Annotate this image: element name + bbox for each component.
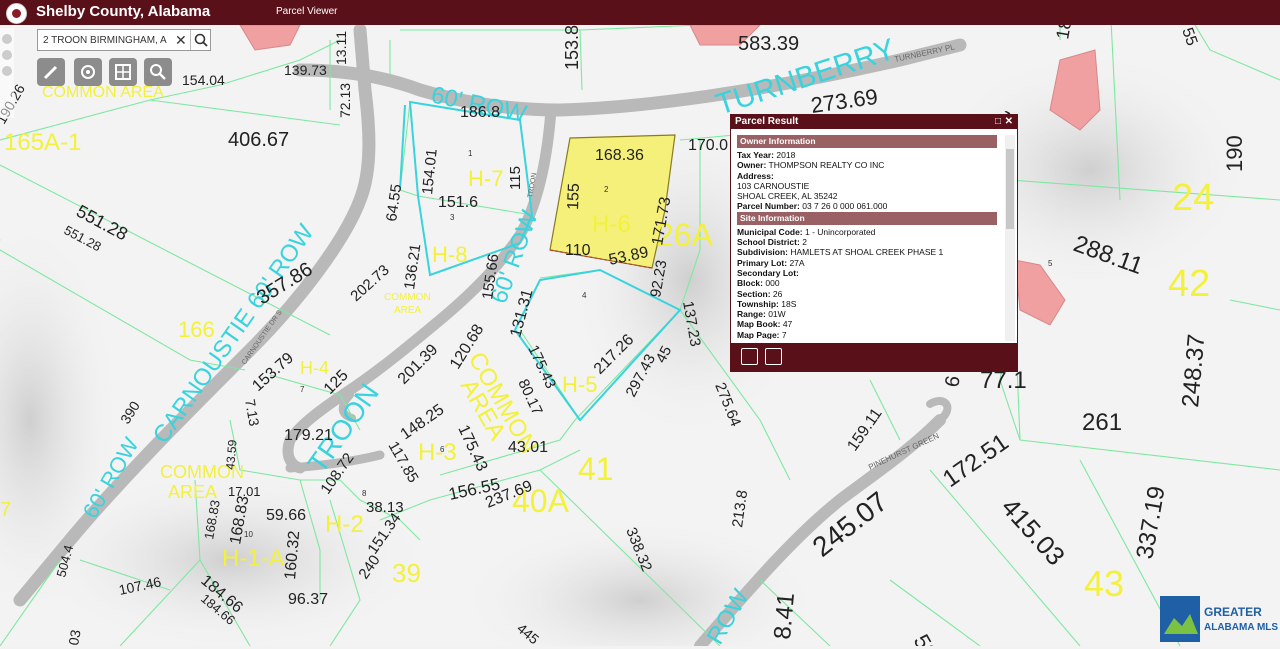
svg-text:179.21: 179.21 [284, 427, 333, 444]
svg-text:96.37: 96.37 [288, 591, 328, 608]
owner-value: THOMPSON REALTY CO INC [768, 160, 885, 171]
maximize-icon[interactable]: □ [995, 115, 1001, 129]
svg-text:6: 6 [440, 445, 445, 454]
svg-text:5: 5 [1048, 259, 1053, 268]
popup-header: Parcel Result □ ✕ [731, 115, 1017, 129]
svg-text:168.36: 168.36 [595, 147, 644, 164]
svg-text:153.8: 153.8 [562, 25, 582, 70]
svg-text:H-4: H-4 [300, 358, 329, 378]
svg-text:139.73: 139.73 [284, 62, 327, 78]
svg-text:583.39: 583.39 [738, 33, 799, 55]
svg-text:155: 155 [565, 183, 583, 210]
svg-text:GREATER: GREATER [1204, 605, 1262, 619]
svg-text:41: 41 [578, 451, 614, 487]
svg-text:7: 7 [300, 385, 305, 394]
document-icon[interactable] [741, 348, 758, 365]
svg-text:03: 03 [65, 628, 83, 646]
search-button[interactable] [190, 30, 211, 50]
svg-text:H-3: H-3 [418, 439, 457, 466]
svg-text:186.8: 186.8 [460, 104, 500, 121]
svg-text:166: 166 [178, 317, 215, 342]
svg-text:8: 8 [362, 489, 367, 498]
grid-tool-button[interactable] [109, 58, 137, 86]
pan-icon[interactable] [2, 34, 12, 44]
svg-text:24: 24 [1172, 177, 1214, 219]
svg-text:43: 43 [1084, 563, 1124, 604]
county-seal-logo [6, 3, 27, 24]
svg-text:72.13: 72.13 [337, 83, 353, 118]
parcel-result-popup: Parcel Result □ ✕ Owner Information Tax … [730, 114, 1018, 372]
svg-text:39: 39 [392, 558, 421, 588]
svg-text:13.11: 13.11 [333, 31, 349, 65]
svg-text:151.6: 151.6 [438, 194, 478, 211]
svg-text:43.01: 43.01 [508, 439, 548, 456]
svg-text:H-1-A: H-1-A [222, 545, 285, 572]
svg-text:AREA: AREA [168, 482, 217, 502]
svg-text:115: 115 [507, 166, 524, 190]
svg-text:190: 190 [1222, 135, 1247, 172]
svg-text:H-7: H-7 [468, 166, 503, 191]
popup-body: Owner Information Tax Year: 2018 Owner: … [737, 135, 999, 339]
greater-alabama-mls-logo: GREATER ALABAMA MLS [1160, 594, 1278, 644]
magnifier-icon [150, 64, 166, 80]
svg-text:43.59: 43.59 [223, 439, 240, 470]
side-panel-tab[interactable] [0, 28, 14, 118]
zoom-tool-button[interactable] [144, 58, 172, 86]
svg-text:165A-1: 165A-1 [4, 129, 81, 156]
svg-text:COMMON: COMMON [384, 292, 431, 303]
svg-text:3: 3 [450, 213, 455, 222]
tax-year-value: 2018 [776, 150, 796, 160]
address-search: ✕ [37, 29, 211, 51]
address-line-2: SHOAL CREEK, AL 35242 [737, 191, 838, 202]
svg-text:H-6: H-6 [592, 211, 631, 238]
svg-text:38.13: 38.13 [366, 499, 404, 516]
svg-text:261: 261 [1082, 409, 1122, 436]
parcel-map[interactable]: 60' ROW TURNBERRY TURNBERRY PL CARNOUSTI… [0, 0, 1280, 646]
popup-title: Parcel Result [735, 116, 799, 127]
svg-text:H-2: H-2 [325, 511, 364, 538]
svg-text:2: 2 [604, 185, 609, 194]
draw-tool-button[interactable] [37, 58, 65, 86]
popup-scrollbar[interactable] [1005, 135, 1015, 341]
svg-text:406.67: 406.67 [228, 129, 289, 151]
search-input[interactable] [38, 30, 173, 50]
popup-footer [731, 343, 1017, 371]
svg-text:7: 7 [0, 499, 11, 521]
scrollbar-thumb[interactable] [1006, 149, 1014, 229]
svg-text:154.04: 154.04 [182, 72, 225, 88]
pencil-icon [43, 65, 58, 80]
svg-text:170.0: 170.0 [688, 137, 728, 154]
grid-icon [115, 64, 131, 80]
parcel-number-value: 03 7 26 0 000 061.000 [802, 201, 888, 212]
search-icon [194, 33, 208, 47]
svg-text:AREA: AREA [394, 305, 422, 316]
svg-text:42: 42 [1168, 263, 1210, 305]
svg-text:ALABAMA MLS: ALABAMA MLS [1204, 622, 1278, 633]
svg-text:COMMON AREA: COMMON AREA [42, 84, 164, 101]
svg-text:8.41: 8.41 [769, 592, 800, 641]
svg-text:59.66: 59.66 [266, 507, 306, 524]
mail-icon[interactable] [765, 348, 782, 365]
app-header: Shelby County, Alabama Parcel Viewer [0, 0, 1280, 25]
zoom-in-icon[interactable] [2, 50, 12, 60]
svg-text:110: 110 [565, 242, 591, 259]
svg-text:4: 4 [582, 291, 587, 300]
layers-icon [81, 65, 95, 79]
clear-search-icon[interactable]: ✕ [175, 31, 187, 49]
app-title: Shelby County, Alabama [36, 3, 211, 20]
owner-section-header: Owner Information [737, 135, 997, 148]
svg-text:10: 10 [244, 530, 253, 539]
zoom-out-icon[interactable] [2, 66, 12, 76]
svg-text:H-8: H-8 [432, 242, 467, 267]
app-subtitle: Parcel Viewer [276, 6, 338, 17]
address-line-1: 103 CARNOUSTIE [737, 180, 810, 191]
svg-text:1: 1 [468, 149, 473, 158]
layers-tool-button[interactable] [74, 58, 102, 86]
close-icon[interactable]: ✕ [1005, 115, 1013, 129]
svg-text:H-5: H-5 [562, 372, 597, 397]
site-section-header: Site Information [737, 211, 997, 225]
